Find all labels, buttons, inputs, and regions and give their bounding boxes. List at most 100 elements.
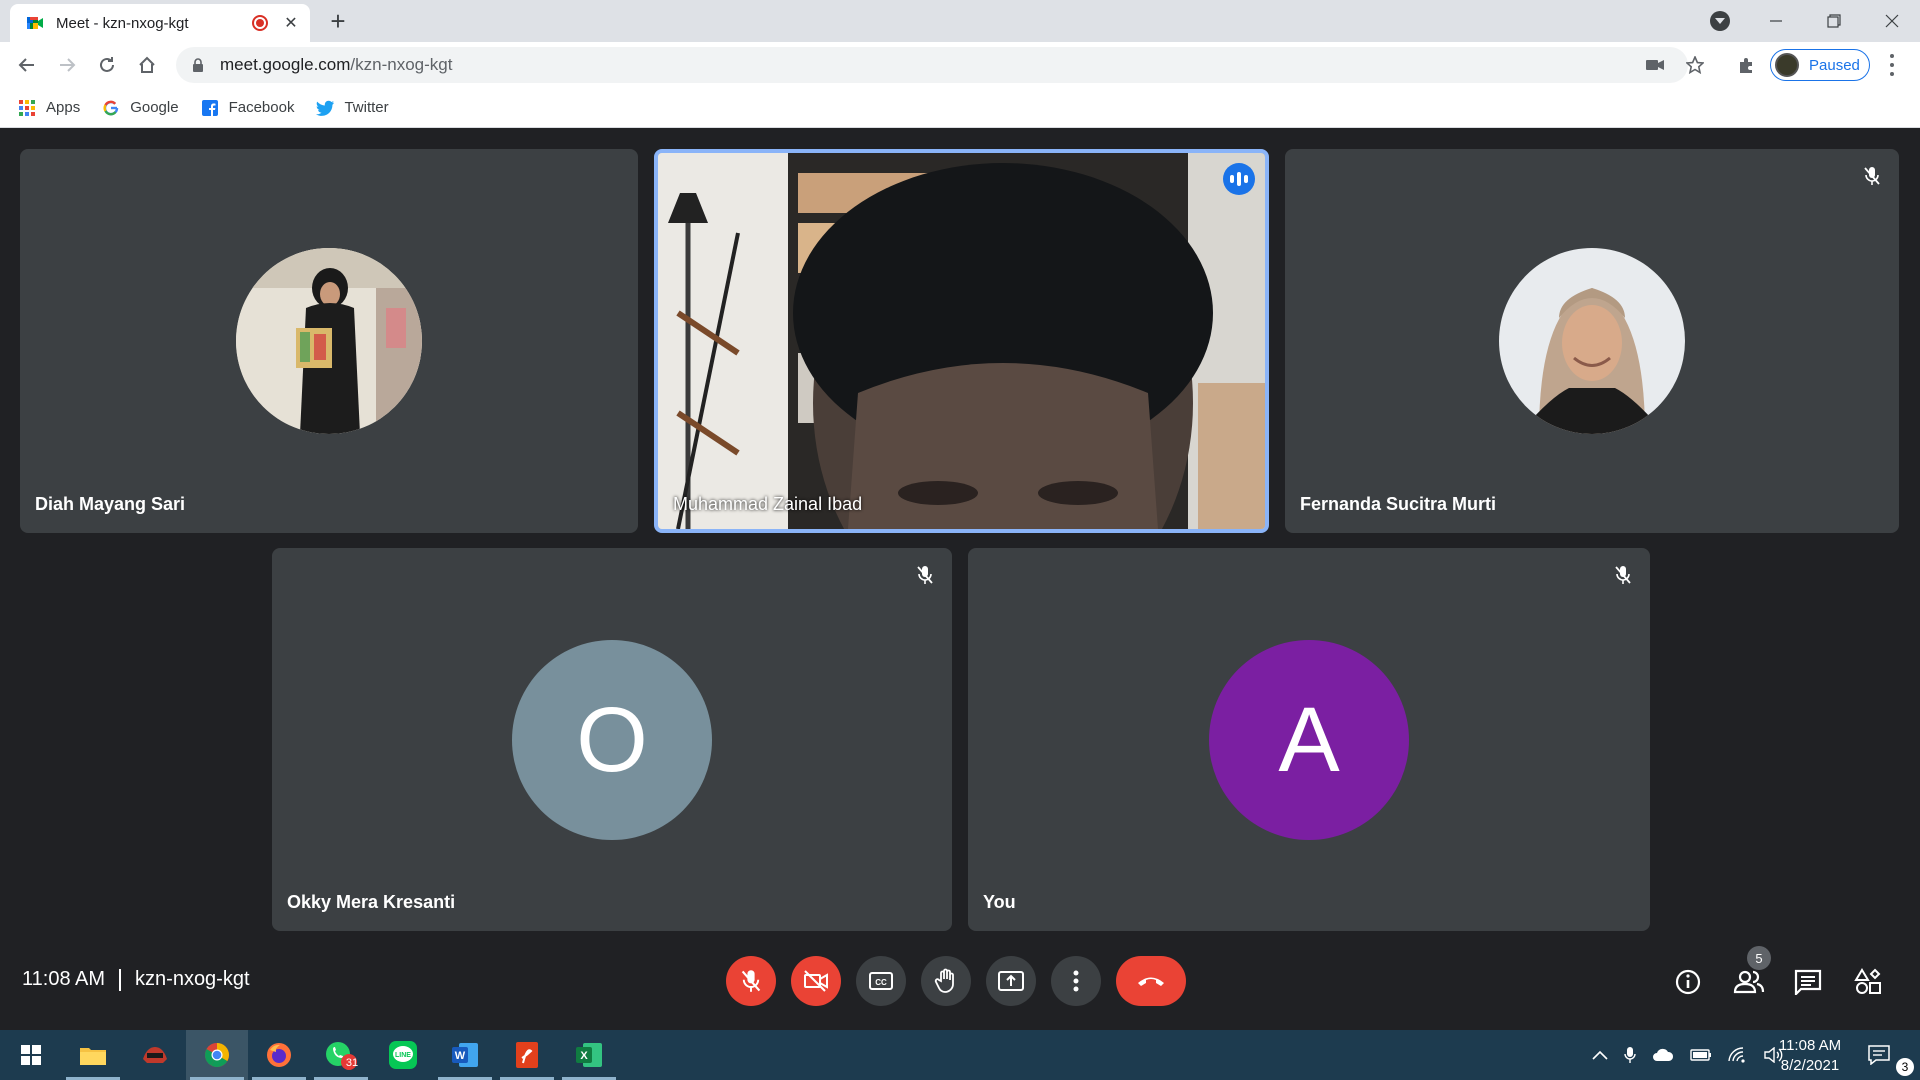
- leave-call-icon: [1138, 977, 1164, 986]
- activities-icon: [1854, 968, 1881, 994]
- speaking-indicator-icon: [1223, 163, 1255, 195]
- taskbar-firefox[interactable]: [248, 1030, 310, 1080]
- info-icon: [1675, 969, 1701, 995]
- bookmark-label: Google: [130, 99, 179, 116]
- game-app-icon: [143, 1047, 167, 1063]
- closed-captions-icon: CC: [869, 972, 893, 990]
- svg-text:LINE: LINE: [395, 1052, 411, 1059]
- chrome-icon: [205, 1043, 229, 1068]
- action-center-button[interactable]: [1868, 1030, 1890, 1080]
- word-icon: W: [452, 1043, 478, 1067]
- browser-menu-icon[interactable]: [1880, 52, 1904, 78]
- present-button[interactable]: [986, 956, 1036, 1006]
- address-bar[interactable]: meet.google.com/kzn-nxog-kgt: [176, 47, 1688, 83]
- meeting-grid: Diah Mayang Sari Muhammad Zainal Ibad Fe…: [0, 128, 1920, 1030]
- taskbar-pdf-reader[interactable]: [496, 1030, 558, 1080]
- close-window-button[interactable]: [1864, 0, 1920, 42]
- taskbar-app-game[interactable]: [124, 1030, 186, 1080]
- bookmark-facebook[interactable]: Facebook: [201, 99, 295, 117]
- meeting-details-button[interactable]: [1672, 966, 1704, 998]
- camera-off-icon: [804, 970, 828, 992]
- browser-toolbar: meet.google.com/kzn-nxog-kgt Paused: [0, 42, 1920, 88]
- participant-name: Okky Mera Kresanti: [287, 892, 456, 912]
- bookmark-twitter[interactable]: Twitter: [316, 99, 389, 117]
- participant-name: Fernanda Sucitra Murti: [1300, 494, 1497, 514]
- show-hidden-icons-icon[interactable]: [1592, 1050, 1608, 1060]
- mic-off-icon: [741, 970, 761, 992]
- mic-off-icon: [912, 562, 938, 588]
- taskbar-clock[interactable]: 11:08 AM 8/2/2021: [1770, 1036, 1850, 1076]
- forward-button[interactable]: [52, 50, 82, 80]
- microphone-icon[interactable]: [1624, 1046, 1636, 1064]
- notification-icon: [1868, 1045, 1890, 1065]
- tab-title: Meet - kzn-nxog-kgt: [56, 14, 189, 32]
- bookmarks-bar: Apps Google Facebook Twitter: [0, 88, 1920, 128]
- taskbar-word[interactable]: W: [434, 1030, 496, 1080]
- url-path: /kzn-nxog-kgt: [350, 55, 453, 74]
- start-button[interactable]: [0, 1030, 62, 1080]
- new-tab-button[interactable]: +: [322, 6, 354, 38]
- leave-call-button[interactable]: [1116, 956, 1186, 1006]
- apps-grid-icon: [18, 99, 36, 117]
- taskbar-file-explorer[interactable]: [62, 1030, 124, 1080]
- bookmark-apps[interactable]: Apps: [18, 99, 80, 117]
- reload-button[interactable]: [92, 50, 122, 80]
- participant-avatar-letter: O: [512, 640, 712, 840]
- taskbar-excel[interactable]: X: [558, 1030, 620, 1080]
- taskbar-chrome[interactable]: [186, 1030, 248, 1080]
- minimize-button[interactable]: [1748, 0, 1804, 42]
- onedrive-cloud-icon[interactable]: [1652, 1048, 1674, 1062]
- activities-button[interactable]: [1852, 966, 1884, 998]
- participant-tile-fernanda[interactable]: Fernanda Sucitra Murti: [1285, 149, 1899, 533]
- close-tab-icon[interactable]: ✕: [282, 13, 300, 33]
- participant-avatar-letter: A: [1209, 640, 1409, 840]
- tab-search-icon[interactable]: [1710, 11, 1730, 31]
- twitter-icon: [316, 99, 335, 117]
- svg-text:X: X: [580, 1050, 588, 1062]
- raise-hand-button[interactable]: [921, 956, 971, 1006]
- tab-meet[interactable]: Meet - kzn-nxog-kgt ✕: [10, 4, 310, 42]
- mic-toggle-button[interactable]: [726, 956, 776, 1006]
- meeting-code: kzn-nxog-kgt: [135, 968, 250, 990]
- camera-in-use-icon[interactable]: [1640, 50, 1670, 80]
- back-button[interactable]: [12, 50, 42, 80]
- participant-tile-okky[interactable]: O Okky Mera Kresanti: [272, 548, 952, 931]
- participant-tile-you[interactable]: A You: [968, 548, 1650, 931]
- more-options-button[interactable]: [1051, 956, 1101, 1006]
- profile-button[interactable]: Paused: [1770, 49, 1870, 81]
- bookmark-google[interactable]: Google: [102, 99, 179, 117]
- raise-hand-icon: [934, 968, 954, 993]
- participant-name: Muhammad Zainal Ibad: [673, 494, 863, 514]
- participant-name: Diah Mayang Sari: [35, 494, 186, 514]
- bookmark-star-icon[interactable]: [1680, 50, 1710, 80]
- facebook-icon: [201, 99, 219, 117]
- url-text: meet.google.com/kzn-nxog-kgt: [220, 55, 452, 75]
- bookmark-label: Facebook: [228, 99, 295, 116]
- taskbar-line[interactable]: LINE: [372, 1030, 434, 1080]
- participant-tile-muhammad[interactable]: Muhammad Zainal Ibad: [654, 149, 1269, 533]
- chat-icon: [1794, 969, 1822, 995]
- clock-time: 11:08 AM: [1778, 1037, 1842, 1054]
- taskbar-whatsapp[interactable]: 31: [310, 1030, 372, 1080]
- home-button[interactable]: [132, 50, 162, 80]
- chat-button[interactable]: [1792, 966, 1824, 998]
- firefox-icon: [267, 1043, 291, 1067]
- windows-taskbar: 31 LINE W X 11:08 AM 8/2/2021 3: [0, 1030, 1920, 1080]
- wifi-icon[interactable]: [1728, 1047, 1748, 1063]
- battery-icon[interactable]: [1690, 1049, 1712, 1061]
- participant-tile-diah[interactable]: Diah Mayang Sari: [20, 149, 638, 533]
- whatsapp-badge: 31: [345, 1057, 359, 1069]
- camera-toggle-button[interactable]: [791, 956, 841, 1006]
- recording-indicator-icon: [252, 15, 268, 31]
- line-app-icon: LINE: [389, 1041, 417, 1069]
- mic-off-icon: [1859, 163, 1885, 189]
- extensions-icon[interactable]: [1731, 50, 1761, 80]
- excel-icon: X: [576, 1043, 602, 1067]
- more-options-icon: [1073, 970, 1079, 992]
- meeting-time: 11:08 AM: [22, 968, 106, 990]
- tab-strip: Meet - kzn-nxog-kgt ✕ +: [0, 0, 1920, 42]
- restore-button[interactable]: [1806, 0, 1862, 42]
- people-button[interactable]: [1733, 966, 1765, 998]
- google-icon: [102, 99, 120, 117]
- captions-button[interactable]: CC: [856, 956, 906, 1006]
